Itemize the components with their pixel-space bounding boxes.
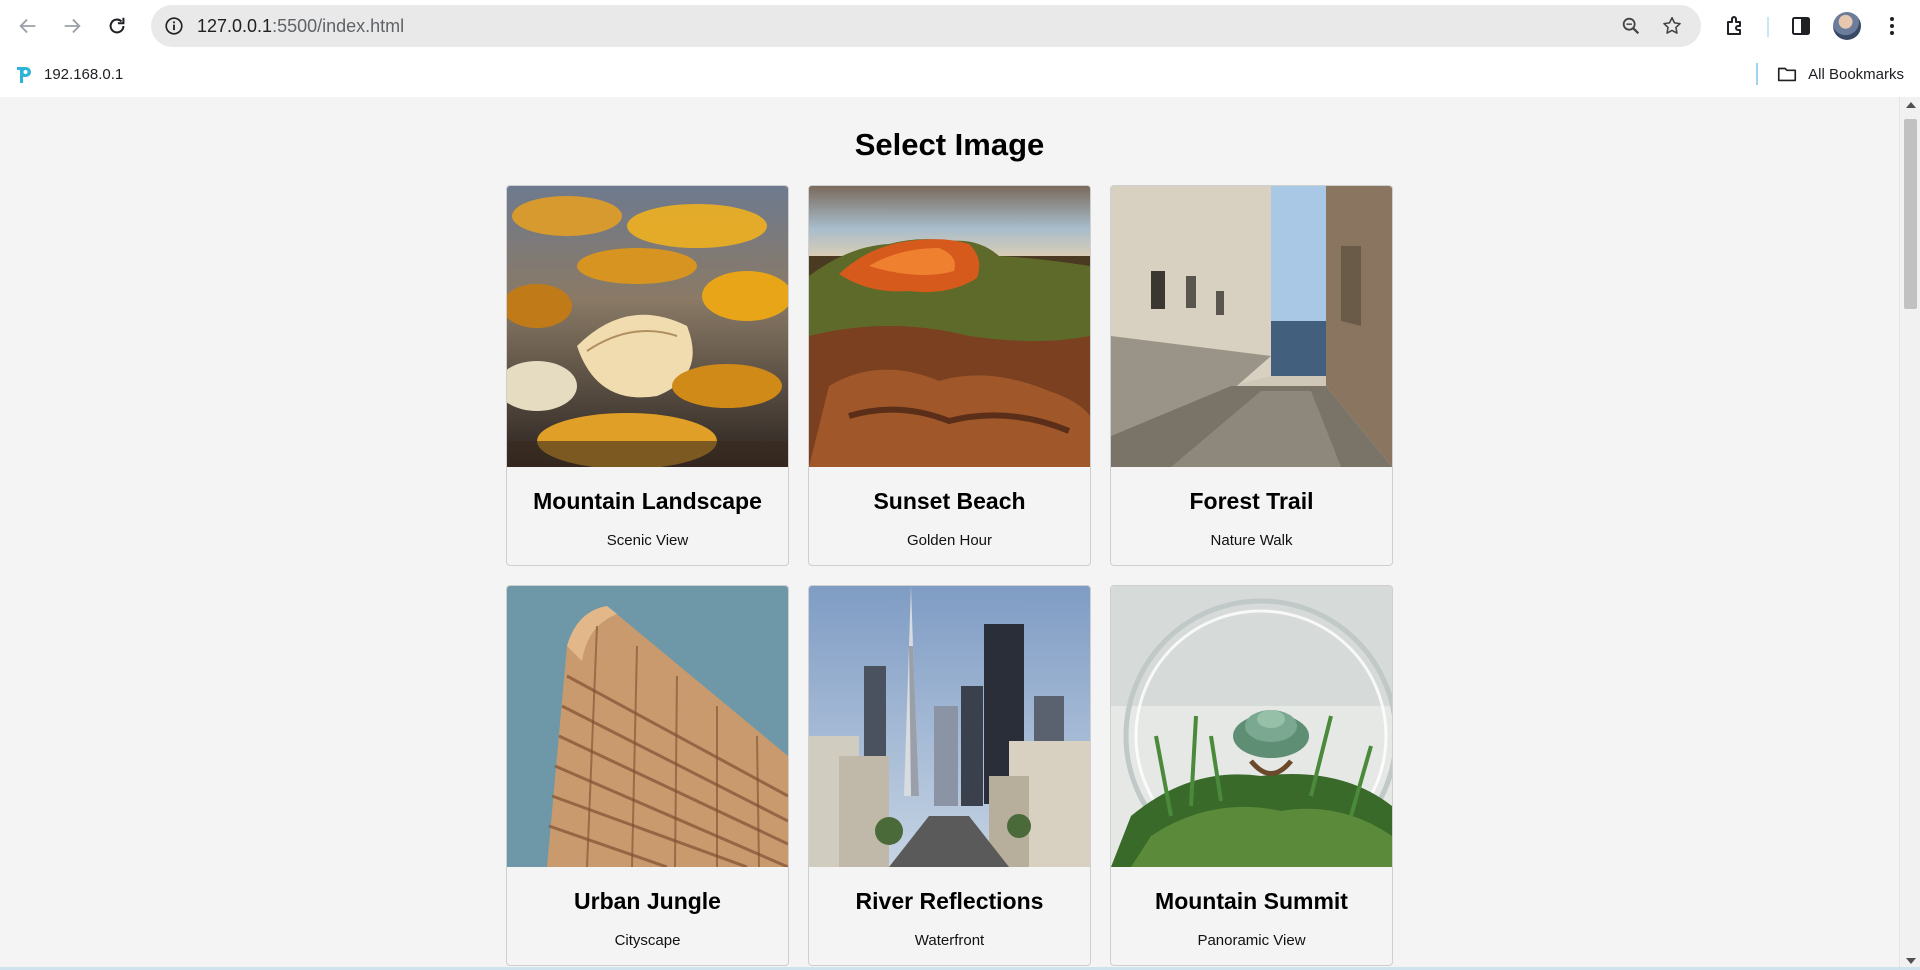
- star-icon[interactable]: [1661, 15, 1683, 37]
- vertical-scrollbar[interactable]: [1899, 97, 1920, 970]
- url-path: :5500/index.html: [272, 16, 405, 36]
- flatiron-building-photo: [507, 586, 788, 867]
- alley-sea-photo: [1111, 186, 1392, 467]
- page-title: Select Image: [854, 127, 1045, 162]
- image-grid: Mountain Landscape Scenic View Sunset Be…: [506, 185, 1394, 966]
- scrollbar-thumb[interactable]: [1904, 119, 1917, 309]
- image-card[interactable]: Urban Jungle Cityscape: [506, 585, 789, 966]
- scroll-down-arrow-icon[interactable]: [1906, 958, 1916, 964]
- more-menu-icon: [1890, 17, 1894, 35]
- card-title: Mountain Landscape: [533, 488, 762, 514]
- all-bookmarks-button[interactable]: All Bookmarks: [1776, 63, 1904, 85]
- bookmarks-bar: 192.168.0.1 All Bookmarks: [0, 51, 1920, 97]
- folder-icon: [1778, 67, 1797, 82]
- extensions-icon: [1727, 16, 1741, 35]
- reload-icon: [109, 17, 125, 34]
- toolbar-separator: [1767, 17, 1769, 37]
- url-text[interactable]: 127.0.0.1:5500/index.html: [197, 16, 404, 37]
- forward-arrow-icon: [64, 18, 81, 34]
- side-panel-icon: [1792, 17, 1810, 35]
- image-card[interactable]: Mountain Summit Panoramic View: [1110, 585, 1393, 966]
- all-bookmarks-label: All Bookmarks: [1808, 65, 1904, 83]
- terrarium-succulent-photo: [1111, 586, 1392, 867]
- image-card[interactable]: Mountain Landscape Scenic View: [506, 185, 789, 566]
- back-arrow-icon: [19, 18, 36, 34]
- card-subtitle: Waterfront: [914, 932, 985, 949]
- bookmark-item[interactable]: 192.168.0.1: [14, 63, 123, 85]
- card-title: Sunset Beach: [873, 488, 1026, 514]
- page-viewport: Select Image Mountain Landscape Scenic V…: [0, 97, 1920, 970]
- forward-button[interactable]: [56, 10, 88, 42]
- image-card[interactable]: River Reflections Waterfront: [808, 585, 1091, 966]
- bookmarks-divider: [1756, 63, 1758, 85]
- tp-link-icon: [17, 67, 31, 83]
- image-card[interactable]: Forest Trail Nature Walk: [1110, 185, 1393, 566]
- back-button[interactable]: [12, 10, 44, 42]
- profile-avatar[interactable]: [1833, 12, 1861, 40]
- card-title: River Reflections: [855, 888, 1044, 914]
- card-subtitle: Cityscape: [614, 932, 681, 949]
- card-subtitle: Nature Walk: [1210, 532, 1293, 549]
- url-host: 127.0.0.1: [197, 16, 273, 36]
- reload-button[interactable]: [101, 10, 133, 42]
- card-title: Mountain Summit: [1155, 888, 1348, 914]
- card-subtitle: Panoramic View: [1197, 932, 1306, 949]
- image-card[interactable]: Sunset Beach Golden Hour: [808, 185, 1091, 566]
- site-info-icon[interactable]: [163, 15, 185, 37]
- bookmark-label: 192.168.0.1: [44, 65, 124, 83]
- city-skyline-photo: [809, 586, 1090, 867]
- card-title: Forest Trail: [1189, 488, 1314, 514]
- zoom-icon[interactable]: [1620, 15, 1642, 37]
- extensions-button[interactable]: [1723, 13, 1749, 39]
- card-title: Urban Jungle: [574, 888, 721, 914]
- address-bar[interactable]: 127.0.0.1:5500/index.html: [151, 5, 1701, 47]
- scroll-up-arrow-icon[interactable]: [1906, 102, 1916, 108]
- card-subtitle: Scenic View: [606, 532, 689, 549]
- browser-toolbar: 127.0.0.1:5500/index.html: [0, 0, 1920, 51]
- card-subtitle: Golden Hour: [906, 532, 993, 549]
- side-panel-button[interactable]: [1788, 13, 1814, 39]
- more-menu-button[interactable]: [1879, 13, 1905, 39]
- red-cliffs-photo: [809, 186, 1090, 467]
- autumn-leaves-photo: [507, 186, 788, 467]
